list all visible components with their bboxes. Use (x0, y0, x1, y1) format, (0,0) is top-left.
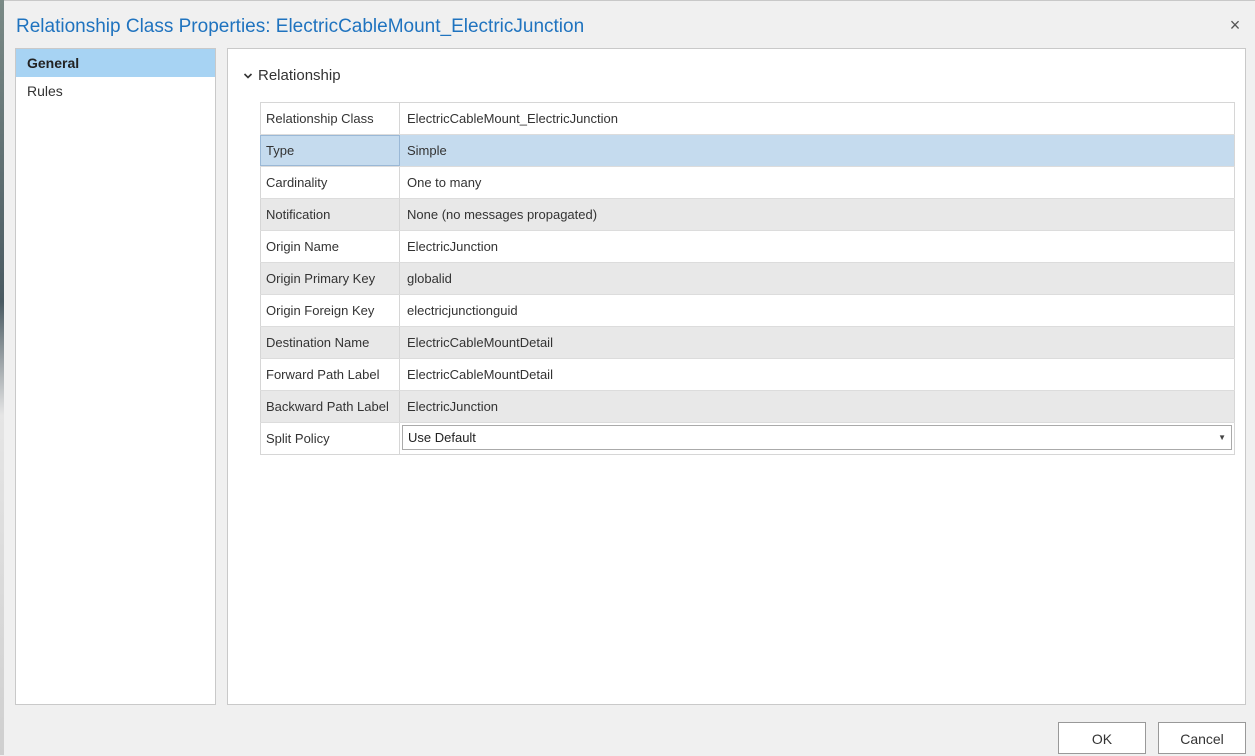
content-panel: Relationship Relationship Class Electric… (227, 48, 1246, 705)
property-row[interactable]: Origin Primary Key globalid (260, 263, 1235, 295)
property-value: ElectricCableMountDetail (400, 327, 1235, 358)
property-value: ElectricCableMount_ElectricJunction (400, 103, 1235, 134)
property-label: Destination Name (260, 327, 400, 358)
property-value: globalid (400, 263, 1235, 294)
dropdown-selected-value: Use Default (408, 430, 476, 445)
property-value: ElectricCableMountDetail (400, 359, 1235, 390)
property-label: Type (260, 135, 400, 166)
property-row[interactable]: Notification None (no messages propagate… (260, 199, 1235, 231)
property-value: None (no messages propagated) (400, 199, 1235, 230)
chevron-down-icon (243, 72, 253, 79)
property-value: ElectricJunction (400, 231, 1235, 262)
property-row[interactable]: Origin Name ElectricJunction (260, 231, 1235, 263)
close-icon[interactable]: × (1223, 13, 1247, 37)
property-value: electricjunctionguid (400, 295, 1235, 326)
property-value: Simple (400, 135, 1235, 166)
dropdown-arrow-icon: ▼ (1218, 433, 1226, 442)
sidebar-item-general[interactable]: General (16, 49, 215, 77)
property-label: Notification (260, 199, 400, 230)
property-label: Relationship Class (260, 103, 400, 134)
split-policy-dropdown[interactable]: Use Default ▼ (402, 425, 1232, 450)
property-grid: Relationship Class ElectricCableMount_El… (260, 102, 1235, 455)
property-label: Origin Primary Key (260, 263, 400, 294)
section-header-relationship[interactable]: Relationship (243, 67, 341, 84)
property-row[interactable]: Destination Name ElectricCableMountDetai… (260, 327, 1235, 359)
cancel-button[interactable]: Cancel (1158, 722, 1246, 754)
property-row[interactable]: Forward Path Label ElectricCableMountDet… (260, 359, 1235, 391)
property-row[interactable]: Relationship Class ElectricCableMount_El… (260, 103, 1235, 135)
property-row[interactable]: Split Policy Use Default ▼ (260, 423, 1235, 454)
split-policy-cell: Use Default ▼ (400, 423, 1235, 454)
property-row[interactable]: Cardinality One to many (260, 167, 1235, 199)
property-row[interactable]: Origin Foreign Key electricjunctionguid (260, 295, 1235, 327)
property-row[interactable]: Backward Path Label ElectricJunction (260, 391, 1235, 423)
property-label: Cardinality (260, 167, 400, 198)
property-value: ElectricJunction (400, 391, 1235, 422)
property-value: One to many (400, 167, 1235, 198)
dialog-title: Relationship Class Properties: ElectricC… (16, 16, 585, 37)
properties-dialog: Relationship Class Properties: ElectricC… (4, 0, 1255, 756)
property-label: Backward Path Label (260, 391, 400, 422)
sidebar-nav: General Rules (15, 48, 216, 705)
property-label: Forward Path Label (260, 359, 400, 390)
property-label: Origin Foreign Key (260, 295, 400, 326)
sidebar-item-rules[interactable]: Rules (16, 77, 215, 105)
ok-button[interactable]: OK (1058, 722, 1146, 754)
property-row[interactable]: Type Simple (260, 135, 1235, 167)
section-title: Relationship (258, 67, 341, 84)
property-label: Split Policy (260, 423, 400, 454)
property-label: Origin Name (260, 231, 400, 262)
